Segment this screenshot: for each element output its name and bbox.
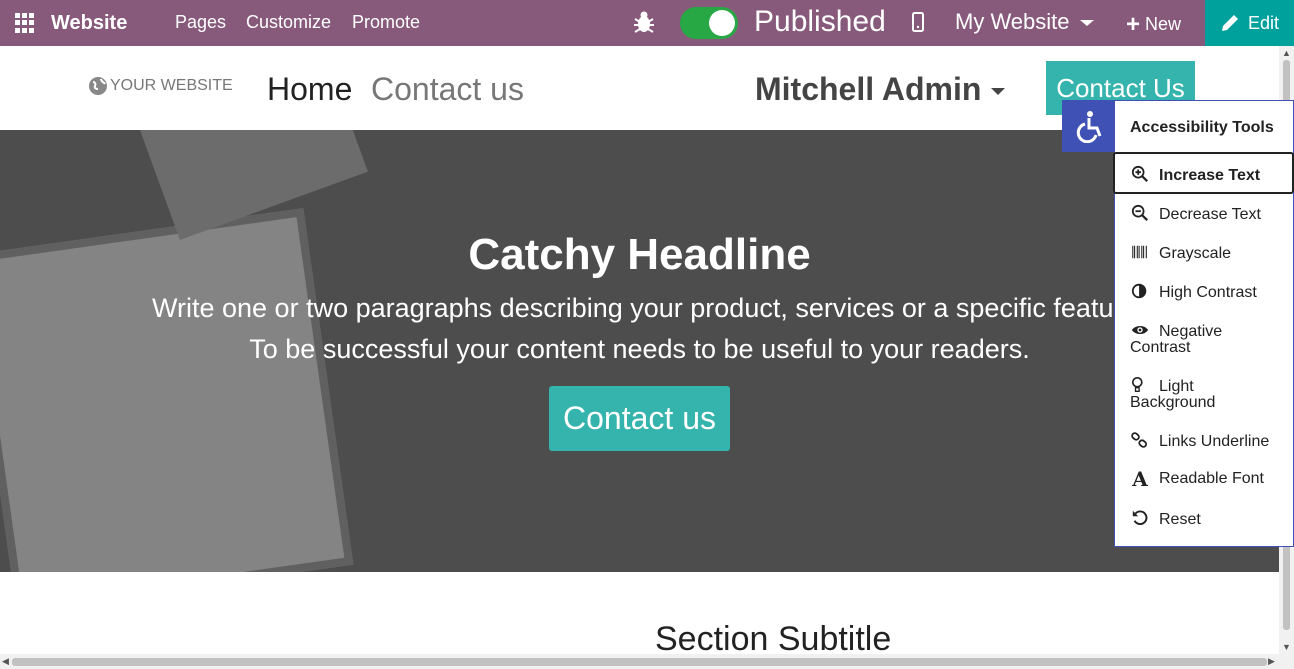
edit-button[interactable]: Edit (1205, 0, 1294, 46)
hero-contact-button[interactable]: Contact us (549, 386, 730, 451)
hero-title: Catchy Headline (468, 230, 811, 279)
logo-text: YOUR WEBSITE (110, 77, 233, 94)
zoom-out-icon (1131, 204, 1148, 221)
hero-banner: Catchy Headline Write one or two paragra… (0, 130, 1279, 572)
horizontal-scroll-thumb[interactable] (12, 658, 1267, 666)
high-contrast-button[interactable]: High Contrast (1115, 282, 1294, 302)
site-logo[interactable]: YOUR WEBSITE (88, 76, 233, 96)
user-name: Mitchell Admin (755, 71, 982, 107)
hero-paragraph-1: Write one or two paragraphs describing y… (152, 293, 1145, 323)
increase-text-label: Increase Text (1159, 167, 1261, 184)
decrease-text-label: Decrease Text (1159, 206, 1261, 223)
contrast-label: Contrast (1130, 339, 1191, 356)
light-label: Light (1159, 378, 1194, 395)
readable-font-button[interactable]: A Readable Font (1115, 467, 1294, 491)
accessibility-toggle-button[interactable] (1062, 100, 1114, 152)
barcode-icon (1132, 245, 1147, 259)
new-button[interactable]: + New (1126, 11, 1181, 39)
reset-icon (1132, 510, 1148, 525)
menu-customize[interactable]: Customize (246, 12, 331, 33)
grayscale-button[interactable]: Grayscale (1115, 243, 1294, 263)
edit-label: Edit (1247, 12, 1280, 33)
globe-icon (89, 77, 107, 95)
user-menu[interactable]: Mitchell Admin (755, 71, 1006, 108)
decrease-text-button[interactable]: Decrease Text (1115, 204, 1294, 224)
chevron-down-icon (991, 88, 1006, 96)
horizontal-scrollbar[interactable]: ◀ ▶ (0, 654, 1294, 669)
new-label: New (1145, 14, 1182, 34)
toggle-knob (709, 10, 735, 36)
plus-icon: + (1126, 11, 1141, 38)
scroll-right-icon[interactable]: ▶ (1268, 656, 1275, 667)
hero-paragraph-2: To be successful your content needs to b… (249, 334, 1030, 364)
admin-top-bar: Website Pages Customize Promote Publishe… (0, 0, 1294, 46)
readable-font-label: Readable Font (1159, 470, 1264, 487)
reset-label: Reset (1159, 511, 1201, 528)
scroll-down-icon[interactable]: ▼ (1282, 642, 1291, 652)
website-switcher[interactable]: My Website (955, 9, 1094, 35)
light-background-button[interactable]: Light Background (1115, 376, 1294, 411)
lightbulb-icon (1131, 376, 1143, 392)
high-contrast-label: High Contrast (1159, 284, 1257, 301)
links-underline-label: Links Underline (1159, 433, 1270, 450)
mobile-preview-icon[interactable] (912, 12, 924, 37)
pencil-icon (1221, 15, 1238, 31)
links-underline-button[interactable]: Links Underline (1115, 431, 1294, 451)
wheelchair-icon (1076, 111, 1102, 143)
negative-contrast-button[interactable]: Negative Contrast (1115, 321, 1294, 356)
font-icon: A (1132, 467, 1148, 491)
half-circle-icon (1131, 283, 1147, 299)
accessibility-tools-panel: Accessibility Tools Increase Text Decrea… (1113, 100, 1294, 547)
scroll-up-icon[interactable]: ▲ (1282, 48, 1291, 58)
grayscale-label: Grayscale (1159, 245, 1232, 262)
bug-icon[interactable] (633, 9, 655, 40)
published-label: Published (754, 5, 886, 38)
nav-contact-us[interactable]: Contact us (371, 71, 524, 108)
apps-menu-icon[interactable] (15, 13, 35, 33)
menu-pages[interactable]: Pages (175, 12, 226, 33)
chevron-down-icon (1079, 20, 1094, 27)
scroll-left-icon[interactable]: ◀ (2, 656, 9, 667)
eye-icon (1131, 325, 1149, 335)
panel-title: Accessibility Tools (1130, 119, 1274, 136)
background-label: Background (1130, 394, 1216, 411)
negative-label: Negative (1159, 323, 1223, 340)
nav-home[interactable]: Home (267, 71, 352, 108)
zoom-in-icon (1131, 165, 1148, 182)
app-name[interactable]: Website (51, 12, 127, 35)
website-switcher-label: My Website (955, 9, 1070, 34)
link-icon (1131, 432, 1147, 448)
reset-button[interactable]: Reset (1115, 509, 1294, 529)
menu-promote[interactable]: Promote (352, 12, 420, 33)
published-toggle[interactable] (680, 7, 738, 39)
increase-text-button[interactable]: Increase Text (1113, 152, 1294, 194)
